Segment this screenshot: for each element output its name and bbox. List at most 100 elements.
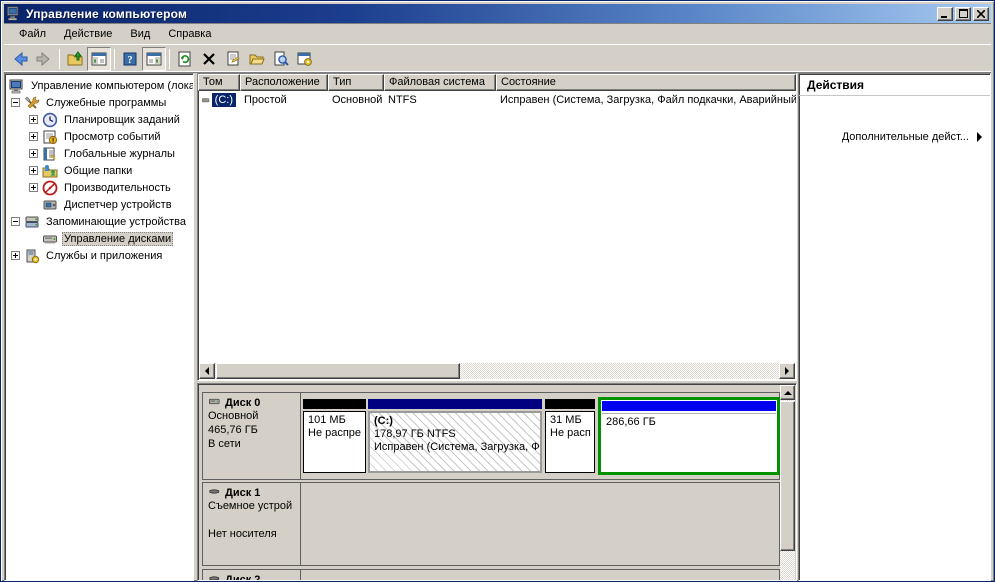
plus-expander-icon[interactable] (11, 251, 20, 260)
storage-icon (25, 216, 39, 227)
scroll-thumb[interactable] (216, 363, 460, 379)
column-header-5[interactable]: Состояние (496, 74, 796, 91)
menu-справка[interactable]: Справка (159, 25, 220, 43)
back-button[interactable] (8, 47, 32, 71)
disk-label[interactable]: Диск 0 Основной 465,76 ГБ В сети (203, 393, 301, 479)
delete-button[interactable] (197, 47, 221, 71)
titlebar[interactable]: Управление компьютером (4, 4, 991, 23)
disk-row-0[interactable]: Диск 0 Основной 465,76 ГБ В сети 101 МБ Не ра… (202, 392, 780, 480)
find-icon (274, 51, 289, 66)
menu-файл[interactable]: Файл (10, 25, 55, 43)
tree-item-tools[interactable]: Служебные программы (5, 94, 193, 111)
computer-management-window: Управление компьютером Файл Действие Вид Сп… (0, 0, 995, 582)
disk-label[interactable]: Диск 2 (203, 570, 301, 580)
plus-expander-icon[interactable] (29, 183, 38, 192)
vertical-scrollbar[interactable] (780, 385, 795, 580)
tree-item-label[interactable]: Общие папки (62, 164, 134, 178)
scroll-right-button[interactable] (779, 363, 795, 379)
tree-item-disk-management[interactable]: Управление дисками (5, 230, 193, 247)
plus-expander-icon[interactable] (29, 149, 38, 158)
disk-row-1[interactable]: Диск 1 Съемное устрой Нет носителя (202, 482, 780, 566)
scroll-left-button[interactable] (199, 363, 215, 379)
tree-item-computer[interactable]: Управление компьютером (лока (5, 77, 193, 94)
minus-expander-icon[interactable] (11, 98, 20, 107)
performance-icon (42, 180, 58, 195)
partition[interactable]: 286,66 ГБ (598, 397, 780, 475)
tree-item-shared-folders[interactable]: Общие папки (5, 162, 193, 179)
disk-label[interactable]: Диск 1 Съемное устрой Нет носителя (203, 483, 301, 565)
up-folder-button[interactable] (63, 47, 87, 71)
snap-in-settings-button[interactable] (293, 47, 317, 71)
actions-item[interactable]: Дополнительные дейст... (799, 121, 990, 147)
volume-row[interactable]: (C:) Простой Основной NTFS Исправен (Система… (198, 91, 796, 109)
partition-body[interactable]: (C:) 178,97 ГБ NTFS Исправен (Система, Заг… (368, 411, 542, 473)
column-header-2[interactable]: Расположение (240, 74, 328, 91)
tree-item-label[interactable]: Диспетчер устройств (62, 198, 174, 212)
refresh-button[interactable] (173, 47, 197, 71)
partition[interactable]: 31 МБ Не расп (545, 399, 595, 473)
disk-partitions: 101 МБ Не распре (C:) 178,97 ГБ NTFS Исправе… (301, 393, 780, 479)
volume-name[interactable]: (C:) (211, 93, 236, 107)
minus-expander-icon[interactable] (11, 217, 20, 226)
tree-item-storage[interactable]: Запоминающие устройства (5, 213, 193, 230)
horizontal-scrollbar[interactable] (199, 363, 795, 379)
actions-items: Дополнительные дейст... (799, 121, 990, 147)
scroll-up-button[interactable] (780, 385, 795, 400)
disk-management-icon (43, 235, 57, 243)
partition[interactable]: (C:) 178,97 ГБ NTFS Исправен (Система, Заг… (368, 399, 542, 473)
partition-color-bar (303, 399, 366, 409)
column-header-1[interactable]: Том (198, 74, 240, 91)
maximize-button[interactable] (955, 6, 971, 21)
tree-item-device-manager[interactable]: Диспетчер устройств (5, 196, 193, 213)
disk-info-line: Нет носителя (208, 528, 277, 540)
tree-item-label[interactable]: Глобальные журналы (62, 147, 177, 161)
column-header-4[interactable]: Файловая система (384, 74, 496, 91)
partition-text: Исправен (Система, Загрузка, Ф (374, 441, 540, 453)
plus-expander-icon[interactable] (29, 115, 38, 124)
column-header-3[interactable]: Тип (328, 74, 384, 91)
show-action-pane-button[interactable] (142, 46, 166, 71)
show-action-pane-icon (146, 52, 162, 65)
help-button[interactable]: ? (118, 47, 142, 71)
tree-item-label[interactable]: Управление дисками (62, 231, 174, 246)
properties-button[interactable] (221, 47, 245, 71)
tree-item-label[interactable]: Запоминающие устройства (44, 215, 188, 229)
minimize-button[interactable] (937, 6, 953, 21)
forward-button[interactable] (32, 47, 56, 71)
tree-item-event-viewer[interactable]: Просмотр событий (5, 128, 193, 145)
menu-действие[interactable]: Действие (55, 25, 121, 43)
tree-item-label[interactable]: Планировщик заданий (62, 113, 182, 127)
tree-item-services[interactable]: Службы и приложения (5, 247, 193, 264)
partition-text: 178,97 ГБ NTFS (374, 428, 456, 440)
disk-row-2[interactable]: Диск 2 (202, 569, 780, 580)
find-button[interactable] (269, 47, 293, 71)
plus-expander-icon[interactable] (29, 166, 38, 175)
tree-item-label[interactable]: Управление компьютером (лока (29, 79, 193, 93)
tree-item-label[interactable]: Служебные программы (44, 96, 168, 110)
tree-item-logs[interactable]: Глобальные журналы (5, 145, 193, 162)
logs-icon (43, 147, 56, 160)
volume-list-header: Том Расположение Тип Файловая система Состоя… (198, 74, 796, 91)
tree-item-performance[interactable]: Производительность (5, 179, 193, 196)
partition-body[interactable]: 31 МБ Не расп (545, 411, 595, 473)
computer-icon (9, 79, 23, 93)
tree-item-label[interactable]: Службы и приложения (44, 249, 164, 263)
tree-item-label[interactable]: Производительность (62, 181, 173, 195)
actions-section-header[interactable]: Управление дисками (799, 97, 990, 121)
delete-icon (203, 52, 215, 65)
open-folder-button[interactable] (245, 47, 269, 71)
plus-expander-icon[interactable] (29, 132, 38, 141)
menu-вид[interactable]: Вид (121, 25, 159, 43)
close-button[interactable] (973, 6, 989, 21)
show-console-tree-button[interactable] (87, 46, 111, 71)
snap-in-settings-icon (297, 52, 312, 66)
partition-body[interactable]: 286,66 ГБ (602, 413, 776, 471)
disk-name: Диск 0 (225, 397, 261, 409)
partition[interactable]: 101 МБ Не распре (303, 399, 366, 473)
actions-item-label[interactable]: Дополнительные дейст... (842, 131, 969, 143)
partition-body[interactable]: 101 МБ Не распре (303, 411, 366, 473)
scroll-thumb[interactable] (780, 401, 795, 551)
tree-item-scheduler[interactable]: Планировщик заданий (5, 111, 193, 128)
tree-item-label[interactable]: Просмотр событий (62, 130, 163, 144)
collapse-icon[interactable] (970, 106, 980, 112)
